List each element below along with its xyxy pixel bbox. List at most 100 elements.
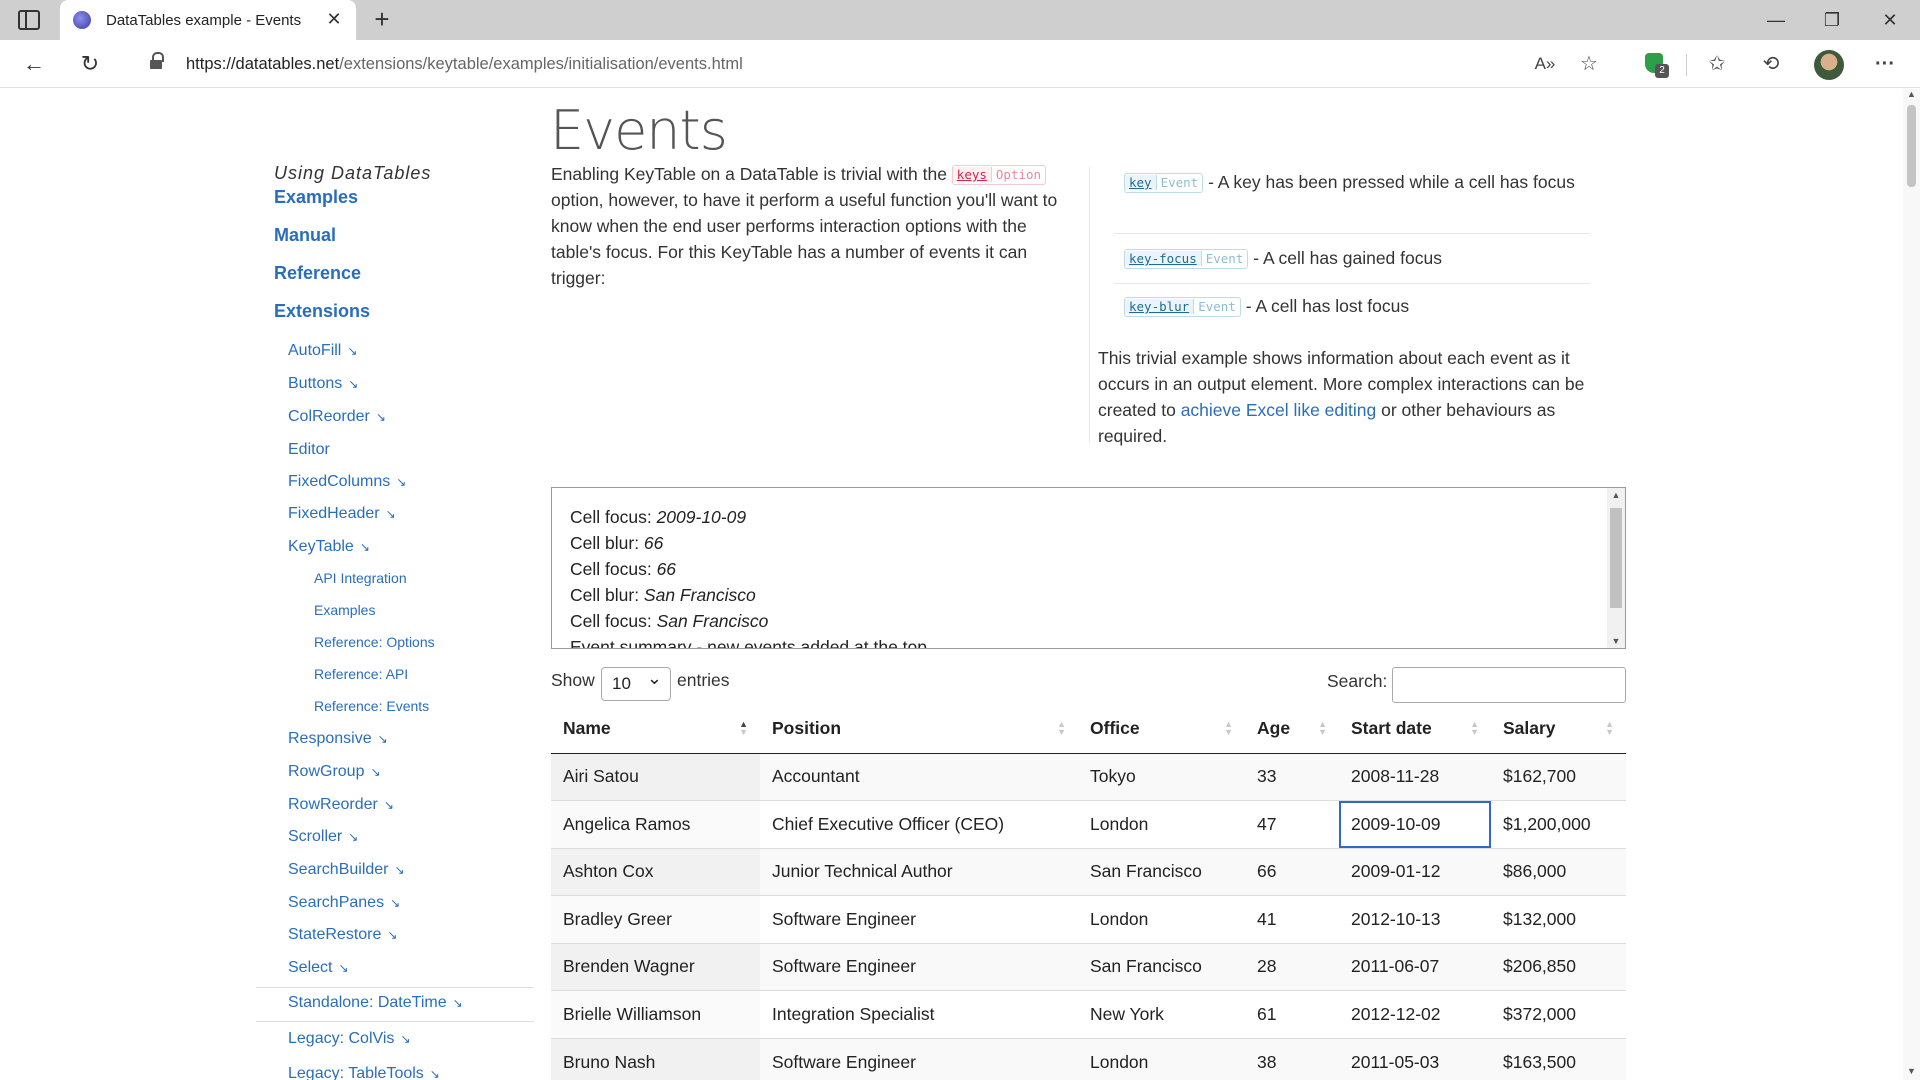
table-cell-age[interactable]: 28 [1245,942,1339,991]
entries-length-select[interactable]: 10 [601,662,671,701]
table-cell-age[interactable]: 66 [1245,847,1339,896]
sidebar-ext-autofill[interactable]: AutoFill ↘ [288,342,357,360]
sidebar-ext-searchbuilder[interactable]: SearchBuilder ↘ [288,861,405,879]
table-cell-position[interactable]: Software Engineer [760,942,1078,991]
table-cell-salary[interactable]: $162,700 [1491,752,1626,801]
sidebar-ext-fixedcolumns[interactable]: FixedColumns ↘ [288,473,406,491]
table-row[interactable]: Bradley Greer Software Engineer London 41 20… [551,895,1626,943]
table-cell-office[interactable]: London [1078,800,1245,848]
table-row[interactable]: Bruno Nash Software Engineer London 38 2011-… [551,1037,1626,1080]
column-header-position[interactable]: Position ▲ ▼ [760,705,1078,754]
sidebar-keytable-reference-options[interactable]: Reference: Options [314,634,435,650]
search-input[interactable] [1392,667,1626,703]
table-cell-age[interactable]: 41 [1245,895,1339,943]
window-restore-icon[interactable]: ❐ [1804,0,1860,40]
event-tag[interactable]: key-blur Event [1124,297,1241,317]
sidebar-keytable-reference-api[interactable]: Reference: API [314,666,408,682]
column-header-age[interactable]: Age ▲ ▼ [1245,705,1339,754]
table-cell-salary[interactable]: $163,500 [1491,1037,1626,1080]
output-scrollbar[interactable]: ▲ ▼ [1607,488,1625,648]
sidebar-ext-rowgroup[interactable]: RowGroup ↘ [288,763,381,781]
table-cell-age[interactable]: 61 [1245,990,1339,1038]
table-cell-position[interactable]: Software Engineer [760,1037,1078,1080]
sidebar-ext-searchpanes[interactable]: SearchPanes ↘ [288,894,400,912]
table-cell-start-date[interactable]: 2011-06-07 [1339,942,1491,991]
page-scrollbar[interactable]: ▲ ▼ [1903,89,1920,1080]
address-bar[interactable]: https://datatables.net/extensions/keytab… [124,46,1590,82]
column-header-start-date[interactable]: Start date ▲ ▼ [1339,705,1491,754]
sidebar-ext-legacy-colvis[interactable]: Legacy: ColVis ↘ [288,1030,411,1048]
page-scroll-up-icon[interactable]: ▲ [1903,89,1920,99]
scroll-up-arrow-icon[interactable]: ▲ [1607,490,1625,500]
scroll-thumb[interactable] [1610,508,1622,608]
table-cell-salary[interactable]: $132,000 [1491,895,1626,943]
table-cell-position[interactable]: Chief Executive Officer (CEO) [760,800,1078,848]
table-row[interactable]: Brielle Williamson Integration Specialist… [551,990,1626,1038]
favorites-icon[interactable]: ✩ [1702,50,1732,78]
sidebar-ext-responsive[interactable]: Responsive ↘ [288,730,388,748]
table-row[interactable]: Airi Satou Accountant Tokyo 33 2008-11-28 $16… [551,752,1626,801]
table-cell-name[interactable]: Bruno Nash [551,1037,760,1080]
table-cell-name[interactable]: Brielle Williamson [551,990,760,1038]
lock-icon[interactable] [150,52,164,71]
table-row[interactable]: Brenden Wagner Software Engineer San Franc… [551,942,1626,991]
profile-avatar[interactable] [1814,50,1844,80]
page-scroll-down-icon[interactable]: ▼ [1903,1066,1920,1076]
table-cell-position[interactable]: Software Engineer [760,895,1078,943]
table-cell-salary[interactable]: $372,000 [1491,990,1626,1038]
page-scroll-thumb[interactable] [1907,105,1916,187]
table-cell-position[interactable]: Accountant [760,752,1078,801]
sidebar-link-extensions[interactable]: Extensions [274,301,370,322]
table-cell-name[interactable]: Angelica Ramos [551,800,760,848]
table-cell-start-date[interactable]: 2011-05-03 [1339,1037,1491,1080]
table-cell-age[interactable]: 47 [1245,800,1339,848]
tab-actions-icon[interactable] [18,10,40,30]
browser-tab[interactable]: DataTables example - Events ✕ [60,0,356,40]
history-icon[interactable]: ⟲ [1756,50,1786,78]
tab-close-icon[interactable]: ✕ [322,7,346,31]
sidebar-ext-buttons[interactable]: Buttons ↘ [288,375,358,393]
sidebar-link-reference[interactable]: Reference [274,263,361,284]
table-cell-start-date[interactable]: 2008-11-28 [1339,752,1491,801]
new-tab-icon[interactable]: + [368,6,396,34]
table-cell-start-date[interactable]: 2012-10-13 [1339,895,1491,943]
table-cell-name[interactable]: Airi Satou [551,752,760,801]
column-header-name[interactable]: Name ▲ ▼ [551,705,760,754]
sidebar-ext-rowreorder[interactable]: RowReorder ↘ [288,796,394,814]
sidebar-ext-standalone-datetime[interactable]: Standalone: DateTime ↘ [288,994,463,1012]
table-cell-office[interactable]: New York [1078,990,1245,1038]
sidebar-ext-legacy-tabletools[interactable]: Legacy: TableTools ↘ [288,1065,440,1080]
table-cell-name[interactable]: Bradley Greer [551,895,760,943]
sidebar-ext-scroller[interactable]: Scroller ↘ [288,828,358,846]
option-keyword[interactable]: keys [952,167,991,182]
event-keyword[interactable]: key-focus [1125,251,1201,266]
table-cell-office[interactable]: Tokyo [1078,752,1245,801]
sidebar-ext-colreorder[interactable]: ColReorder ↘ [288,408,386,426]
back-arrow-icon[interactable]: ← [18,48,50,80]
event-tag[interactable]: key Event [1124,173,1204,193]
table-cell-start-date[interactable]: 2009-10-09 [1339,800,1491,848]
table-row[interactable]: Ashton Cox Junior Technical Author San Fra… [551,847,1626,896]
sidebar-ext-select[interactable]: Select ↘ [288,959,349,977]
event-tag[interactable]: key-focus Event [1124,249,1249,269]
sidebar-keytable-examples[interactable]: Examples [314,602,375,618]
window-minimize-icon[interactable]: — [1748,0,1804,40]
table-cell-office[interactable]: San Francisco [1078,847,1245,896]
table-cell-start-date[interactable]: 2009-01-12 [1339,847,1491,896]
sidebar-ext-fixedheader[interactable]: FixedHeader ↘ [288,505,396,523]
sidebar-ext-editor[interactable]: Editor [288,441,330,459]
more-options-icon[interactable]: ··· [1870,50,1900,78]
event-keyword[interactable]: key-blur [1125,299,1194,314]
table-cell-age[interactable]: 38 [1245,1037,1339,1080]
sidebar-link-examples[interactable]: Examples [274,187,358,208]
table-cell-office[interactable]: London [1078,1037,1245,1080]
table-cell-position[interactable]: Integration Specialist [760,990,1078,1038]
excel-editing-link[interactable]: achieve Excel like editing [1181,400,1377,420]
table-cell-salary[interactable]: $1,200,000 [1491,800,1626,848]
column-header-office[interactable]: Office ▲ ▼ [1078,705,1245,754]
column-header-salary[interactable]: Salary ▲ ▼ [1491,705,1626,754]
sidebar-ext-staterestore[interactable]: StateRestore ↘ [288,926,397,944]
sidebar-link-manual[interactable]: Manual [274,225,336,246]
extension-shield-icon[interactable]: 2 [1640,50,1670,78]
keys-option-tag[interactable]: keys Option [951,165,1047,185]
